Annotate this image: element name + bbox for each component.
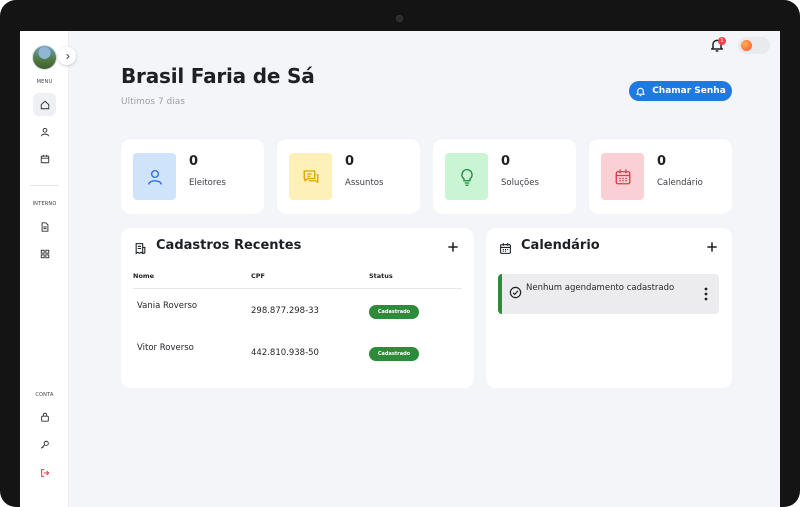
add-registration-button[interactable] — [446, 240, 460, 254]
user-icon — [147, 169, 162, 185]
status-badge: Cadastrado — [369, 305, 419, 319]
chat-icon — [303, 169, 318, 183]
sidebar-section-interno: INTERNO — [32, 201, 57, 207]
table-header-divider — [133, 288, 462, 289]
toggle-knob — [741, 40, 752, 51]
stat-card-calendario[interactable]: 0 Calendário — [589, 139, 732, 214]
sidebar-item-key[interactable] — [33, 433, 56, 456]
stat-value: 0 — [501, 154, 511, 169]
stat-card-eleitores[interactable]: 0 Eleitores — [121, 139, 264, 214]
document-icon — [41, 221, 48, 232]
sidebar-item-lock[interactable] — [33, 405, 56, 428]
sidebar-collapse-button[interactable] — [58, 47, 76, 65]
stat-label: Assuntos — [345, 178, 384, 188]
stat-icon-box — [601, 153, 644, 200]
lightbulb-icon — [460, 168, 473, 186]
column-header-cpf: CPF — [251, 272, 265, 280]
stat-icon-box — [445, 153, 488, 200]
column-header-status: Status — [369, 272, 393, 280]
panel-title: Cadastros Recentes — [156, 238, 302, 253]
app-screen: MENU INTERNO CONTA Brasil Faria de Sá Ul… — [20, 31, 780, 507]
sidebar-item-grid[interactable] — [33, 242, 56, 265]
camera-dot — [396, 15, 403, 22]
sidebar-section-menu: MENU — [36, 79, 53, 85]
sidebar-item-logout[interactable] — [33, 461, 56, 484]
sidebar-section-conta: CONTA — [35, 392, 54, 398]
sidebar-item-home[interactable] — [33, 93, 56, 116]
calendar-icon — [615, 169, 630, 184]
stat-value: 0 — [657, 154, 667, 169]
row-name: Vitor Roverso — [137, 343, 194, 353]
chamar-senha-button[interactable]: Chamar Senha — [629, 81, 732, 101]
more-vertical-icon[interactable] — [703, 287, 709, 301]
notification-badge: 1 — [718, 37, 726, 45]
column-header-name: Nome — [133, 272, 155, 280]
lock-icon — [40, 412, 49, 422]
empty-schedule-message: Nenhum agendamento cadastrado — [526, 283, 675, 293]
check-circle-icon — [509, 286, 522, 299]
stat-value: 0 — [189, 154, 199, 169]
calendar-event-item[interactable]: Nenhum agendamento cadastrado — [498, 274, 719, 314]
stat-card-assuntos[interactable]: 0 Assuntos — [277, 139, 420, 214]
user-icon — [40, 127, 49, 136]
home-icon — [40, 100, 49, 109]
page-title: Brasil Faria de Sá — [121, 64, 315, 88]
stat-label: Calendário — [657, 178, 703, 188]
stat-card-solucoes[interactable]: 0 Soluções — [433, 139, 576, 214]
grid-icon — [40, 249, 49, 258]
stat-label: Eleitores — [189, 178, 226, 188]
calendar-icon — [40, 154, 49, 163]
stat-icon-box — [289, 153, 332, 200]
add-event-button[interactable] — [705, 240, 719, 254]
recent-registrations-panel: Cadastros Recentes Nome CPF Status Vania… — [121, 228, 474, 388]
chamar-senha-label: Chamar Senha — [652, 86, 726, 96]
key-icon — [40, 440, 49, 449]
sidebar-item-document[interactable] — [33, 215, 56, 238]
logout-icon — [40, 468, 49, 477]
stat-label: Soluções — [501, 178, 539, 188]
row-name: Vania Roverso — [137, 301, 198, 311]
sidebar-item-calendar[interactable] — [33, 147, 56, 170]
sidebar-item-user[interactable] — [33, 120, 56, 143]
theme-toggle[interactable] — [738, 37, 770, 54]
status-badge: Cadastrado — [369, 347, 419, 361]
bell-icon — [636, 87, 645, 96]
calendar-icon — [500, 243, 511, 254]
sidebar-divider — [30, 185, 59, 186]
panel-title: Calendário — [521, 238, 600, 253]
receipt-icon — [135, 243, 146, 255]
page-subtitle: Ultimos 7 dias — [121, 97, 185, 107]
stat-icon-box — [133, 153, 176, 200]
chevron-right-icon — [65, 53, 70, 59]
stat-value: 0 — [345, 154, 355, 169]
row-cpf: 298.877.298-33 — [251, 306, 319, 316]
sidebar: MENU INTERNO CONTA — [20, 31, 69, 507]
device-frame: MENU INTERNO CONTA Brasil Faria de Sá Ul… — [0, 0, 800, 507]
calendar-panel: Calendário Nenhum agendamento cadastrado — [486, 228, 732, 388]
avatar[interactable] — [32, 45, 57, 70]
row-cpf: 442.810.938-50 — [251, 348, 319, 358]
